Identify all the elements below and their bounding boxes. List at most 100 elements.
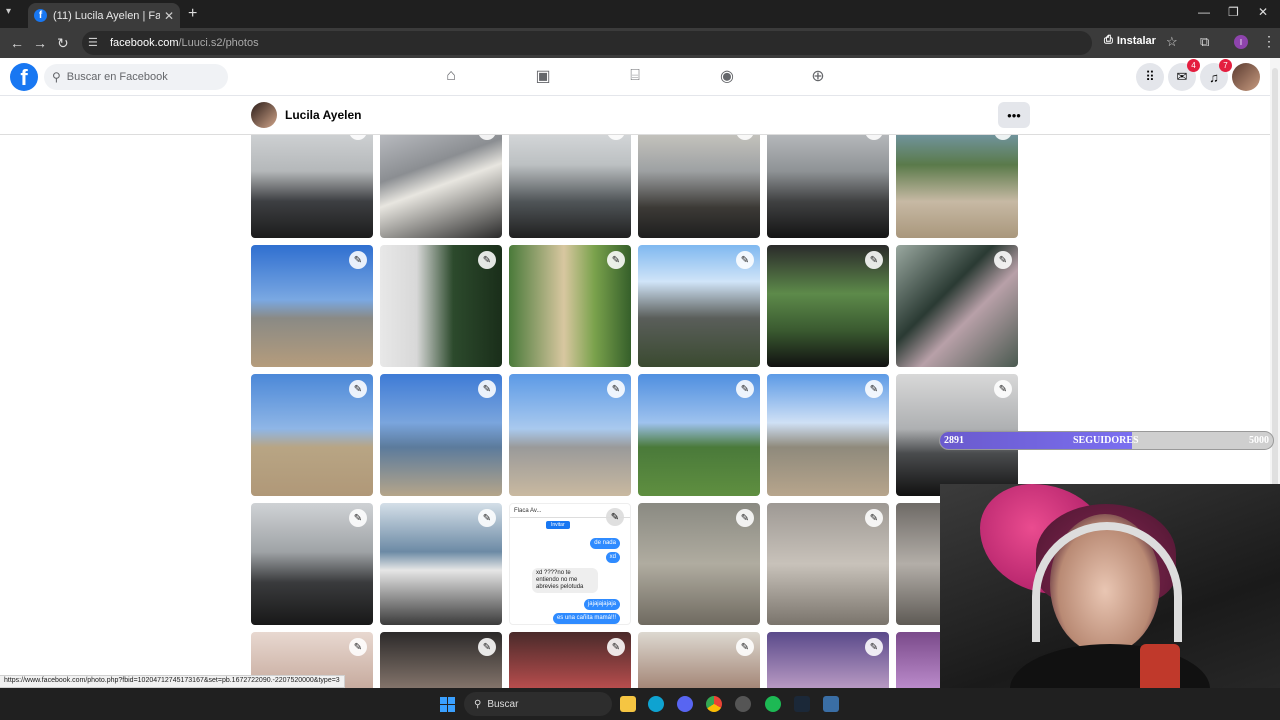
photo-thumbnail[interactable]: ✎ <box>767 632 889 688</box>
photo-thumbnail[interactable]: ✎ <box>509 135 631 238</box>
edit-pencil-icon[interactable]: ✎ <box>606 508 624 526</box>
account-avatar[interactable] <box>1232 63 1260 91</box>
edit-pencil-icon[interactable]: ✎ <box>478 380 496 398</box>
search-input[interactable] <box>66 71 217 83</box>
photo-thumbnail[interactable]: ✎ <box>638 135 760 238</box>
restore-icon[interactable]: ❐ <box>1228 5 1239 19</box>
edit-pencil-icon[interactable]: ✎ <box>349 509 367 527</box>
edit-pencil-icon[interactable]: ✎ <box>349 251 367 269</box>
photo-thumbnail[interactable]: ✎ <box>767 245 889 367</box>
photo-thumbnail[interactable]: ✎ <box>509 632 631 688</box>
edit-pencil-icon[interactable]: ✎ <box>607 251 625 269</box>
marketplace-icon[interactable]: ⌸ <box>626 67 644 85</box>
browser-tab-bar: ▾ f (11) Lucila Ayelen | Facebook ✕ + — … <box>0 0 1280 28</box>
edit-pencil-icon[interactable]: ✎ <box>736 638 754 656</box>
edit-pencil-icon[interactable]: ✎ <box>349 135 367 140</box>
edit-pencil-icon[interactable]: ✎ <box>865 509 883 527</box>
edit-pencil-icon[interactable]: ✎ <box>865 251 883 269</box>
profile-name[interactable]: Lucila Ayelen <box>285 108 361 122</box>
photo-thumbnail[interactable]: ✎ <box>638 503 760 625</box>
followers-goal-bar: 2891 SEGUIDORES 5000 <box>939 431 1274 450</box>
photo-thumbnail[interactable]: ✎ <box>380 245 502 367</box>
new-tab-icon[interactable]: + <box>188 5 197 23</box>
photo-chat-screenshot[interactable]: Flaca Av... Invitar de nada xd xd ????no… <box>509 503 631 625</box>
taskbar-search[interactable]: ⚲ Buscar <box>464 692 612 716</box>
edit-pencil-icon[interactable]: ✎ <box>736 509 754 527</box>
photo-thumbnail[interactable]: ✎ <box>638 374 760 496</box>
discord-icon[interactable] <box>677 696 693 712</box>
obs-icon[interactable] <box>735 696 751 712</box>
photo-thumbnail[interactable]: ✎ <box>251 503 373 625</box>
photo-thumbnail[interactable]: ✎ <box>380 135 502 238</box>
edge-icon[interactable] <box>648 696 664 712</box>
profile-avatar[interactable] <box>251 102 277 128</box>
edit-pencil-icon[interactable]: ✎ <box>736 135 754 140</box>
extensions-icon[interactable]: ⧉ <box>1200 34 1209 50</box>
facebook-favicon-icon: f <box>34 9 47 22</box>
back-icon[interactable]: ← <box>10 35 24 51</box>
photo-thumbnail[interactable]: ✎ <box>509 374 631 496</box>
photo-thumbnail[interactable]: ✎ <box>380 632 502 688</box>
site-info-icon[interactable]: ☰ <box>88 36 102 50</box>
gaming-icon[interactable]: ⊕ <box>809 67 827 85</box>
edit-pencil-icon[interactable]: ✎ <box>736 380 754 398</box>
photo-thumbnail[interactable]: ✎ <box>251 135 373 238</box>
photo-thumbnail[interactable]: ✎ <box>638 632 760 688</box>
browser-menu-icon[interactable]: ⋮ <box>1262 33 1276 50</box>
edit-pencil-icon[interactable]: ✎ <box>478 509 496 527</box>
tab-search-icon[interactable]: ▾ <box>6 6 11 17</box>
photo-thumbnail[interactable]: ✎ <box>251 374 373 496</box>
notifications-badge: 7 <box>1219 59 1232 72</box>
video-icon[interactable]: ▣ <box>534 67 552 85</box>
edit-pencil-icon[interactable]: ✎ <box>865 638 883 656</box>
steam-icon[interactable] <box>794 696 810 712</box>
file-explorer-icon[interactable] <box>620 696 636 712</box>
install-app-button[interactable]: ⎙ Instalar <box>1104 34 1156 47</box>
close-window-icon[interactable]: ✕ <box>1258 5 1268 19</box>
messenger-button[interactable]: ✉ 4 <box>1168 59 1200 91</box>
browser-profile-avatar[interactable]: I <box>1234 35 1248 49</box>
forward-icon[interactable]: → <box>33 35 47 51</box>
menu-grid-button[interactable]: ⠿ <box>1136 63 1164 91</box>
photo-thumbnail[interactable]: ✎ <box>767 503 889 625</box>
edit-pencil-icon[interactable]: ✎ <box>607 135 625 140</box>
chrome-icon[interactable] <box>706 696 722 712</box>
notifications-button[interactable]: ♫ 7 <box>1200 59 1232 91</box>
facebook-logo-icon[interactable]: f <box>10 63 38 91</box>
minimize-icon[interactable]: — <box>1198 5 1210 19</box>
browser-tab-facebook[interactable]: f (11) Lucila Ayelen | Facebook ✕ <box>28 3 180 28</box>
spotify-icon[interactable] <box>765 696 781 712</box>
close-tab-icon[interactable]: ✕ <box>164 9 174 23</box>
edit-pencil-icon[interactable]: ✎ <box>994 251 1012 269</box>
photo-thumbnail[interactable]: ✎ <box>380 503 502 625</box>
photo-thumbnail[interactable]: ✎ <box>251 245 373 367</box>
photo-thumbnail[interactable]: ✎ <box>380 374 502 496</box>
profile-more-button[interactable]: ••• <box>998 102 1030 128</box>
photo-thumbnail[interactable]: ✎ <box>896 245 1018 367</box>
edit-pencil-icon[interactable]: ✎ <box>607 380 625 398</box>
edit-pencil-icon[interactable]: ✎ <box>994 380 1012 398</box>
photo-thumbnail[interactable]: ✎ <box>638 245 760 367</box>
edit-pencil-icon[interactable]: ✎ <box>736 251 754 269</box>
facebook-search[interactable]: ⚲ <box>44 64 228 90</box>
photo-thumbnail[interactable]: ✎ <box>767 374 889 496</box>
edit-pencil-icon[interactable]: ✎ <box>349 638 367 656</box>
edit-pencil-icon[interactable]: ✎ <box>865 380 883 398</box>
groups-icon[interactable]: ◉ <box>718 67 736 85</box>
windows-start-icon[interactable] <box>440 697 455 712</box>
edit-pencil-icon[interactable]: ✎ <box>478 251 496 269</box>
edit-pencil-icon[interactable]: ✎ <box>607 638 625 656</box>
photo-thumbnail[interactable]: ✎ <box>896 135 1018 238</box>
reload-icon[interactable]: ↻ <box>57 35 69 52</box>
photo-thumbnail[interactable]: ✎ <box>509 245 631 367</box>
edit-pencil-icon[interactable]: ✎ <box>865 135 883 140</box>
home-icon[interactable]: ⌂ <box>442 67 460 85</box>
edit-pencil-icon[interactable]: ✎ <box>478 638 496 656</box>
bookmark-star-icon[interactable]: ☆ <box>1166 34 1178 50</box>
address-bar[interactable]: ☰ facebook.com /Luuci.s2/photos <box>82 31 1092 55</box>
edit-pencil-icon[interactable]: ✎ <box>994 135 1012 140</box>
app-icon[interactable] <box>823 696 839 712</box>
photo-thumbnail[interactable]: ✎ <box>767 135 889 238</box>
edit-pencil-icon[interactable]: ✎ <box>478 135 496 140</box>
edit-pencil-icon[interactable]: ✎ <box>349 380 367 398</box>
